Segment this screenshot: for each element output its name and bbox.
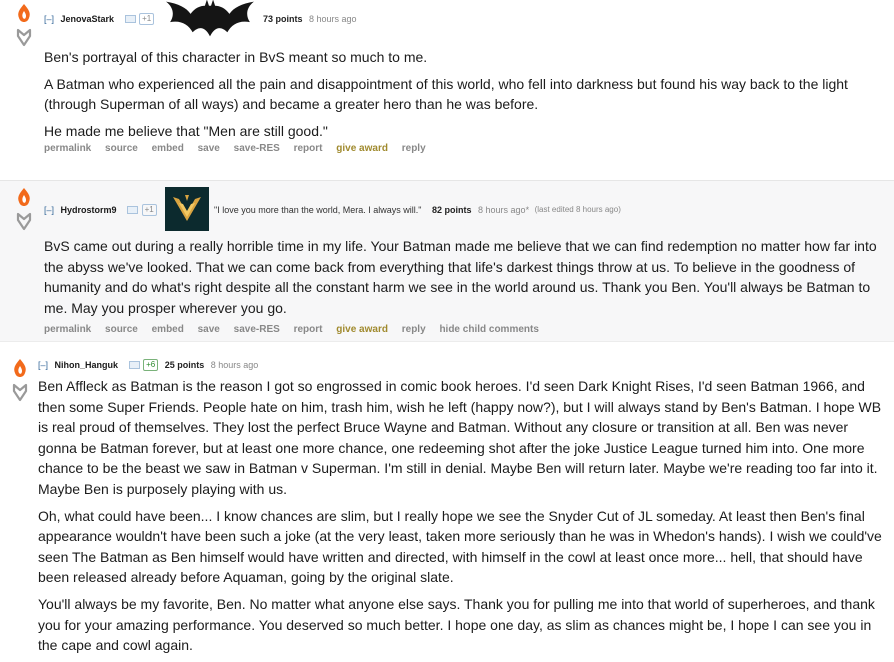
comment-body: Ben Affleck as Batman is the reason I go… (38, 376, 884, 662)
downvote-icon[interactable] (13, 210, 35, 232)
comment-meta: "I love you more than the world, Mera. I… (214, 202, 621, 216)
comment-paragraph: You'll always be my favorite, Ben. No ma… (38, 595, 875, 654)
report-button[interactable]: report (294, 324, 323, 335)
tag-icon[interactable] (127, 205, 139, 214)
batman-logo-flair (166, 0, 254, 37)
source-button[interactable]: source (105, 143, 138, 154)
comment-author[interactable]: Nihon_Hanguk (55, 358, 119, 372)
embed-button[interactable]: embed (152, 143, 184, 154)
give-award-button[interactable]: give award (336, 324, 388, 335)
comment-score: 73 points (263, 13, 303, 24)
comment-paragraph: A Batman who experienced all the pain an… (44, 75, 848, 113)
upvote-icon[interactable] (9, 358, 31, 380)
vote-arrows (13, 3, 35, 48)
aquaman-logo-flair (165, 187, 209, 231)
save-button[interactable]: save (198, 324, 220, 335)
comment-tagline: [–] Hydrostorm9 +1 (44, 202, 161, 216)
comment-author[interactable]: Hydrostorm9 (61, 203, 117, 217)
save-button[interactable]: save (198, 143, 220, 154)
comment-divider (0, 341, 894, 342)
comment-paragraph: Ben's portrayal of this character in BvS… (44, 49, 428, 65)
downvote-icon[interactable] (9, 381, 31, 403)
permalink-button[interactable]: permalink (44, 324, 91, 335)
user-flair-text: "I love you more than the world, Mera. I… (214, 204, 422, 215)
comment-body: Ben's portrayal of this character in BvS… (44, 47, 874, 147)
embed-button[interactable]: embed (152, 324, 184, 335)
comment-paragraph: Oh, what could have been... I know chanc… (38, 507, 882, 586)
user-vote-weight: +6 (143, 358, 159, 371)
reply-button[interactable]: reply (402, 324, 426, 335)
comment-paragraph: Ben Affleck as Batman is the reason I go… (38, 378, 882, 497)
comment-time: 8 hours ago* (478, 204, 530, 215)
user-vote-weight: +1 (141, 203, 157, 216)
permalink-button[interactable]: permalink (44, 143, 91, 154)
comment-time: 8 hours ago (309, 13, 357, 24)
give-award-button[interactable]: give award (336, 143, 388, 154)
comment-edited: (last edited 8 hours ago) (534, 204, 621, 214)
collapse-toggle[interactable]: [–] (38, 358, 48, 372)
comment-nihon-hanguk: [–] Nihon_Hanguk +6 25 points 8 hours ag… (0, 352, 894, 662)
source-button[interactable]: source (105, 324, 138, 335)
comment-hydrostorm9: [–] Hydrostorm9 +1 "I love you more than… (0, 180, 894, 341)
comment-jenovastark: [–] JenovaStark +1 73 points 8 hours ago… (0, 0, 894, 168)
reply-button[interactable]: reply (402, 143, 426, 154)
comment-tagline: [–] Nihon_Hanguk +6 25 points 8 hours ag… (38, 357, 258, 371)
save-res-button[interactable]: save-RES (234, 143, 280, 154)
hide-child-comments-button[interactable]: hide child comments (439, 324, 538, 335)
downvote-icon[interactable] (13, 26, 35, 48)
comment-meta: 73 points 8 hours ago (263, 11, 357, 25)
report-button[interactable]: report (294, 143, 323, 154)
comment-buttons: permalink source embed save save-RES rep… (44, 324, 550, 335)
comment-time: 8 hours ago (210, 359, 259, 370)
upvote-icon[interactable] (13, 3, 35, 25)
comment-author[interactable]: JenovaStark (61, 12, 115, 26)
comment-tagline: [–] JenovaStark +1 (44, 11, 158, 25)
save-res-button[interactable]: save-RES (234, 324, 280, 335)
tag-icon[interactable] (128, 360, 140, 369)
collapse-toggle[interactable]: [–] (44, 203, 54, 217)
vote-arrows (13, 187, 35, 232)
comment-score: 25 points (164, 359, 205, 370)
collapse-toggle[interactable]: [–] (44, 12, 54, 26)
comment-paragraph: He made me believe that "Men are still g… (44, 122, 328, 139)
upvote-icon[interactable] (13, 187, 35, 209)
vote-arrows (9, 358, 31, 403)
comment-paragraph: BvS came out during a really horrible ti… (44, 238, 877, 316)
user-vote-weight: +1 (139, 12, 155, 25)
comment-buttons: permalink source embed save save-RES rep… (44, 143, 437, 154)
comment-body: BvS came out during a really horrible ti… (44, 236, 882, 324)
comment-score: 82 points (432, 204, 472, 215)
tag-icon[interactable] (124, 14, 136, 23)
